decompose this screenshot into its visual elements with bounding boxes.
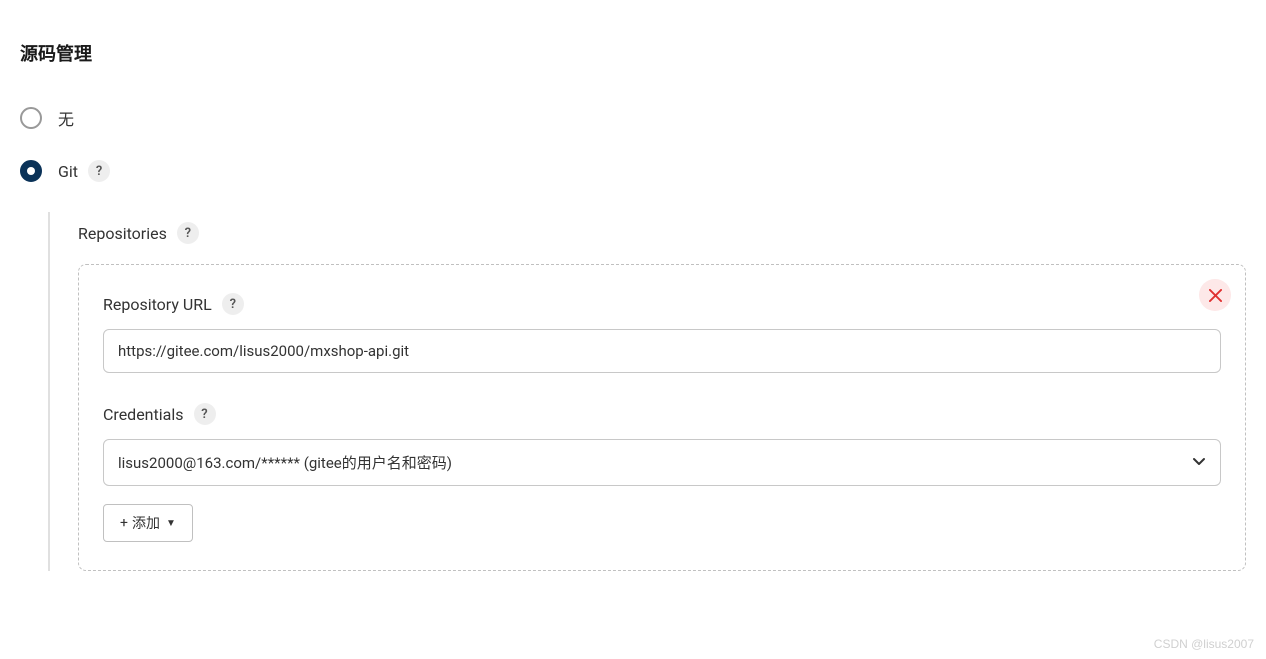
section-title: 源码管理	[20, 40, 1246, 66]
radio-icon	[20, 107, 42, 129]
remove-repository-button[interactable]	[1199, 279, 1231, 311]
help-icon[interactable]: ?	[177, 222, 199, 244]
help-icon[interactable]: ?	[222, 293, 244, 315]
scm-option-git[interactable]: Git ?	[20, 160, 1246, 182]
radio-icon-selected	[20, 160, 42, 182]
radio-label-none: 无	[58, 106, 74, 130]
credentials-label: Credentials	[103, 405, 184, 424]
close-icon	[1209, 289, 1222, 302]
radio-label-git: Git	[58, 162, 78, 181]
git-section: Repositories ? Repository URL ? Credenti…	[48, 212, 1246, 571]
watermark: CSDN @lisus2007	[1154, 637, 1254, 651]
plus-icon: +	[120, 515, 128, 531]
credentials-select-wrapper: lisus2000@163.com/****** (gitee的用户名和密码)	[103, 439, 1221, 486]
help-icon[interactable]: ?	[194, 403, 216, 425]
repositories-label-row: Repositories ?	[78, 222, 1246, 244]
repository-url-label-row: Repository URL ?	[103, 293, 1221, 315]
repository-url-field: Repository URL ?	[103, 293, 1221, 373]
credentials-label-row: Credentials ?	[103, 403, 1221, 425]
add-button-label: 添加	[132, 513, 160, 533]
repository-url-label: Repository URL	[103, 295, 212, 314]
credentials-field: Credentials ? lisus2000@163.com/****** (…	[103, 403, 1221, 542]
help-icon[interactable]: ?	[88, 160, 110, 182]
repository-block: Repository URL ? Credentials ? lisus2000…	[78, 264, 1246, 571]
repositories-label: Repositories	[78, 224, 167, 243]
add-credentials-button[interactable]: + 添加 ▼	[103, 504, 193, 542]
credentials-select[interactable]: lisus2000@163.com/****** (gitee的用户名和密码)	[103, 439, 1221, 486]
scm-option-none[interactable]: 无	[20, 106, 1246, 130]
caret-down-icon: ▼	[166, 518, 176, 529]
repository-url-input[interactable]	[103, 329, 1221, 373]
